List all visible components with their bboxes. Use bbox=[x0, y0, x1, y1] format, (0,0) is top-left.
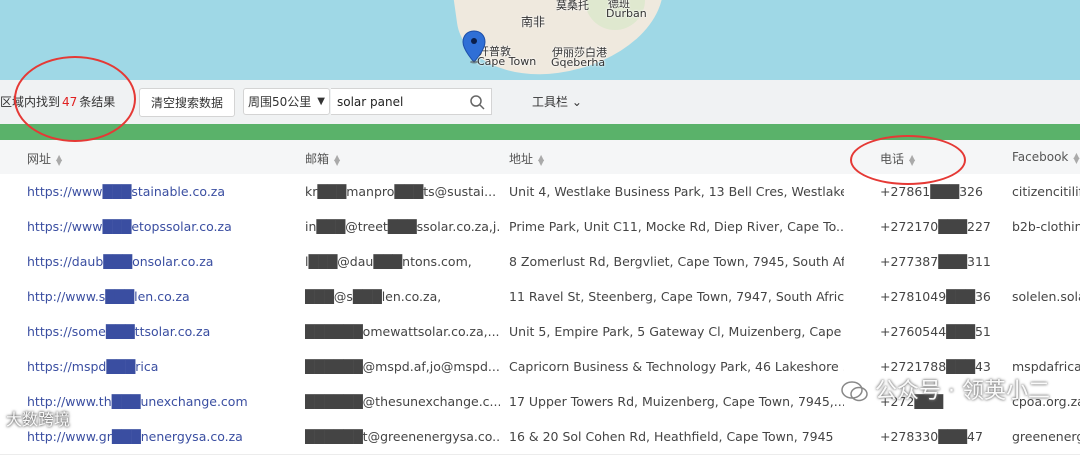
cell-phone: +272170███227 bbox=[880, 219, 991, 234]
radius-select[interactable]: 周围50公里 ▼ bbox=[243, 88, 330, 115]
map-pin-icon[interactable] bbox=[462, 30, 486, 64]
sort-icon[interactable]: ▲ ▼ bbox=[538, 153, 544, 166]
column-header-facebook[interactable]: Facebook ▲ ▼ bbox=[1012, 150, 1080, 164]
column-header-website[interactable]: 网址 ▲ ▼ bbox=[27, 150, 62, 167]
cell-phone: +2721788███43 bbox=[880, 359, 991, 374]
cell-email: ██████@mspd.af,jo@mspd.... bbox=[305, 359, 500, 374]
cell-phone: +2760544███51 bbox=[880, 324, 991, 339]
cell-facebook: citizencitilif bbox=[1012, 184, 1080, 199]
table-row[interactable]: http://www.gr███nenergysa.co.za ██████t@… bbox=[0, 419, 1080, 455]
table-row[interactable]: http://www.s███len.co.za ███@s███len.co.… bbox=[0, 279, 1080, 315]
cell-phone: +2781049███36 bbox=[880, 289, 991, 304]
cell-address: Prime Park, Unit C11, Mocke Rd, Diep Riv… bbox=[509, 219, 844, 234]
map-label-south-africa: 南非 bbox=[521, 15, 546, 29]
watermark-text: 公众号 · 领英小二 bbox=[875, 379, 1050, 404]
map-view[interactable]: 南非 莫桑托 德班 Durban 开普敦 Cape Town 伊丽莎白港 Gqe… bbox=[0, 0, 1080, 80]
cell-facebook: solelen.sola bbox=[1012, 289, 1080, 304]
corner-watermark: 大数跨境 bbox=[6, 410, 71, 429]
wechat-icon bbox=[841, 381, 868, 402]
clear-search-button[interactable]: 清空搜索数据 bbox=[139, 88, 235, 117]
table-row[interactable]: https://www███etopssolar.co.za in███@tre… bbox=[0, 209, 1080, 245]
cell-address: 8 Zomerlust Rd, Bergvliet, Cape Town, 79… bbox=[509, 254, 844, 269]
map-label-gqeberha: Gqeberha bbox=[551, 56, 606, 69]
sort-icon[interactable]: ▲ ▼ bbox=[334, 153, 340, 166]
cell-facebook: b2b-clothin bbox=[1012, 219, 1080, 234]
chevron-down-icon: ▼ bbox=[317, 96, 325, 107]
cell-email: ██████omewattsolar.co.za,... bbox=[305, 324, 500, 339]
cell-email: ██████@thesunexchange.c... bbox=[305, 394, 500, 409]
radius-select-value: 周围50公里 bbox=[248, 95, 312, 109]
map-label-durban: Durban bbox=[606, 7, 647, 20]
column-header-email[interactable]: 邮箱 ▲ ▼ bbox=[305, 150, 340, 167]
cell-address: Capricorn Business & Technology Park, 46… bbox=[509, 359, 844, 374]
column-header-address[interactable]: 地址 ▲ ▼ bbox=[509, 150, 544, 167]
cell-email: l███@dau███ntons.com, bbox=[305, 254, 472, 269]
annotation-circle-result-count bbox=[14, 56, 136, 142]
cell-website[interactable]: https://www███stainable.co.za bbox=[27, 184, 292, 199]
cell-website[interactable]: https://mspd███rica bbox=[27, 359, 292, 374]
cell-facebook: mspdafrica bbox=[1012, 359, 1080, 374]
cell-address: Unit 4, Westlake Business Park, 13 Bell … bbox=[509, 184, 844, 199]
map-label-mozambique: 莫桑托 bbox=[556, 0, 589, 12]
cell-phone: +277387███311 bbox=[880, 254, 991, 269]
search-toolbar: 区域内找到 47 条结果 清空搜索数据 周围50公里 ▼ solar panel 工… bbox=[0, 80, 1080, 125]
cell-email: kr███manpro███ts@sustai... bbox=[305, 184, 497, 199]
search-input-value: solar panel bbox=[337, 95, 404, 109]
cell-email: in███@treet███ssolar.co.za,j... bbox=[305, 219, 500, 234]
cell-website[interactable]: https://daub███onsolar.co.za bbox=[27, 254, 292, 269]
annotation-circle-phone-header bbox=[850, 135, 966, 185]
cell-email: ███@s███len.co.za, bbox=[305, 289, 442, 304]
cell-website[interactable]: http://www.s███len.co.za bbox=[27, 289, 292, 304]
watermark: 公众号 · 领英小二 bbox=[841, 373, 1050, 405]
table-row[interactable]: https://some███ttsolar.co.za ██████omewa… bbox=[0, 314, 1080, 350]
search-input[interactable]: solar panel bbox=[331, 88, 492, 115]
cell-phone: +27861███326 bbox=[880, 184, 983, 199]
table-row[interactable]: https://daub███onsolar.co.za l███@dau███… bbox=[0, 244, 1080, 280]
cell-address: 17 Upper Towers Rd, Muizenberg, Cape Tow… bbox=[509, 394, 844, 409]
search-icon[interactable] bbox=[469, 94, 485, 110]
sort-icon[interactable]: ▲ ▼ bbox=[1073, 151, 1079, 164]
cell-website[interactable]: https://some███ttsolar.co.za bbox=[27, 324, 292, 339]
sort-icon[interactable]: ▲ ▼ bbox=[56, 153, 62, 166]
cell-address: 11 Ravel St, Steenberg, Cape Town, 7947,… bbox=[509, 289, 844, 304]
cell-website[interactable]: https://www███etopssolar.co.za bbox=[27, 219, 292, 234]
toolbar-menu[interactable]: 工具栏 ⌄ bbox=[532, 93, 582, 110]
cell-address: Unit 5, Empire Park, 5 Gateway Cl, Muize… bbox=[509, 324, 844, 339]
